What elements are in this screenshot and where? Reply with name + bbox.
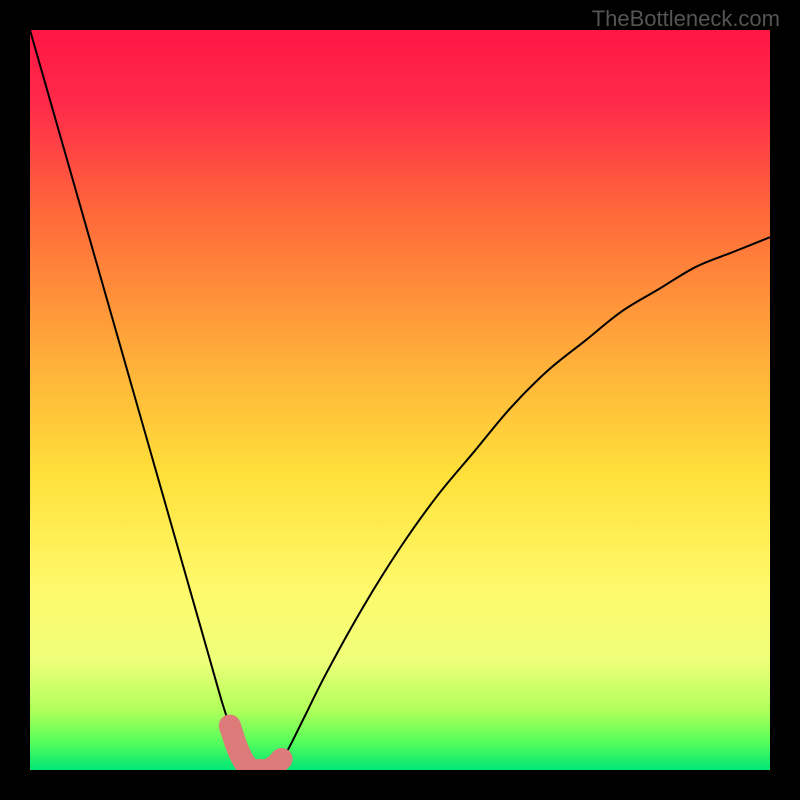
- bottleneck-chart: [30, 30, 770, 770]
- chart-container: TheBottleneck.com: [0, 0, 800, 800]
- watermark-text: TheBottleneck.com: [592, 6, 780, 32]
- gradient-background: [30, 30, 770, 770]
